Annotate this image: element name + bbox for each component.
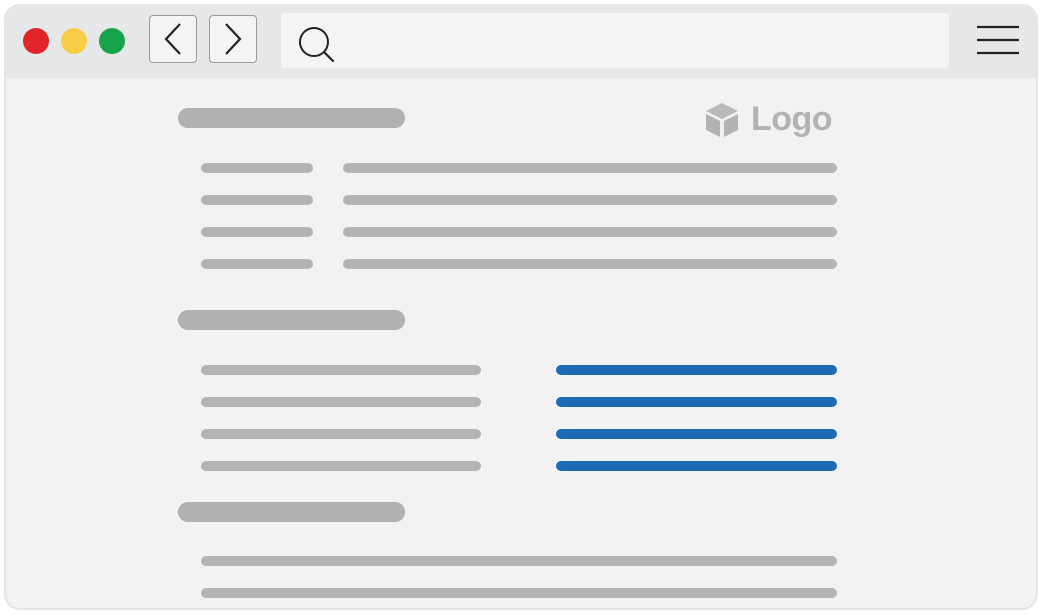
back-button[interactable] [149,15,197,63]
chevron-right-icon [225,23,242,55]
hamburger-menu-icon[interactable] [976,24,1020,56]
text-placeholder [201,365,481,375]
value-placeholder [343,227,837,237]
label-placeholder [201,163,313,173]
maximize-window-button[interactable] [99,28,125,54]
label-placeholder [201,227,313,237]
value-placeholder [343,259,837,269]
forward-button[interactable] [209,15,257,63]
address-search-bar[interactable] [281,13,949,68]
section-heading-placeholder [178,310,405,330]
value-placeholder [343,163,837,173]
logo-text: Logo [751,100,833,138]
link-placeholder[interactable] [556,429,837,439]
text-placeholder [201,461,481,471]
link-placeholder[interactable] [556,397,837,407]
browser-window: Logo [4,4,1038,610]
label-placeholder [201,195,313,205]
label-placeholder [201,259,313,269]
chevron-left-icon [164,23,181,55]
link-placeholder[interactable] [556,461,837,471]
text-placeholder [201,429,481,439]
cube-icon [706,102,738,137]
text-placeholder [201,397,481,407]
close-window-button[interactable] [23,28,49,54]
search-icon [299,27,335,63]
value-placeholder [343,195,837,205]
section-heading-placeholder [178,108,405,128]
browser-toolbar [6,6,1036,78]
paragraph-placeholder [201,556,837,566]
section-heading-placeholder [178,502,405,522]
minimize-window-button[interactable] [61,28,87,54]
site-logo[interactable]: Logo [703,100,833,139]
link-placeholder[interactable] [556,365,837,375]
paragraph-placeholder [201,588,837,598]
